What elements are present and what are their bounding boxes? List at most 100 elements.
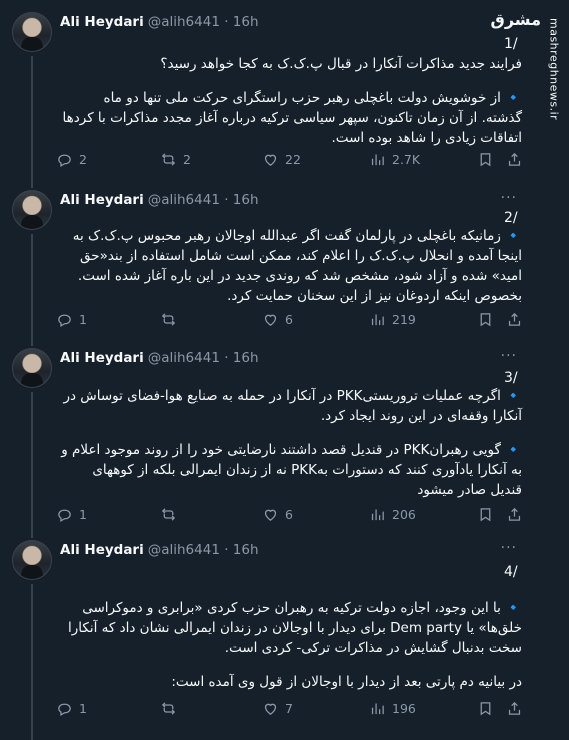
tweet-actions: 1 6 206 xyxy=(56,506,526,526)
retweet-icon xyxy=(161,508,176,521)
reply-icon xyxy=(58,154,71,168)
view-count: 2.7K xyxy=(392,152,421,167)
tweet-paragraph: 🔹 اگرچه عملیات تروریستیPKK در آنکارا در … xyxy=(63,388,522,424)
like-count: 22 xyxy=(285,152,301,167)
reply-button[interactable]: 1 xyxy=(56,700,87,717)
share-icon xyxy=(508,152,521,166)
analytics-icon xyxy=(371,154,384,166)
author-name[interactable]: Ali Heydari xyxy=(60,542,144,558)
like-button[interactable]: 7 xyxy=(262,700,293,717)
bookmark-icon xyxy=(480,702,491,716)
author-handle-time[interactable]: @alih6441 · 16h xyxy=(148,14,259,30)
avatar[interactable] xyxy=(12,540,52,580)
bookmark-button[interactable] xyxy=(477,151,494,168)
author-name[interactable]: Ali Heydari xyxy=(60,350,144,366)
share-button[interactable] xyxy=(506,506,523,523)
more-options-icon[interactable]: ··· xyxy=(501,540,517,556)
thread-line xyxy=(31,392,33,534)
reply-count: 1 xyxy=(79,507,87,522)
tweet-actions: 1 7 196 xyxy=(56,700,526,720)
thread-number: 1/ xyxy=(504,36,518,52)
bookmark-button[interactable] xyxy=(477,506,494,523)
reply-count: 1 xyxy=(79,701,87,716)
reply-button[interactable]: 1 xyxy=(56,311,87,328)
thread-line xyxy=(31,584,33,740)
tweet-paragraph: 🔹 با این وجود، اجازه دولت ترکیه به رهبرا… xyxy=(68,600,522,656)
thread-number: 3/ xyxy=(504,370,518,386)
thread-line xyxy=(31,534,33,538)
bookmark-icon xyxy=(480,313,491,327)
more-options-icon[interactable]: ··· xyxy=(501,348,517,364)
retweet-button[interactable] xyxy=(160,700,183,717)
reply-button[interactable]: 1 xyxy=(56,506,87,523)
reply-button[interactable]: 2 xyxy=(56,151,87,168)
reply-count: 2 xyxy=(79,152,87,167)
heart-icon xyxy=(264,703,277,715)
author-name[interactable]: Ali Heydari xyxy=(60,14,144,30)
analytics-icon xyxy=(371,314,384,326)
share-icon xyxy=(508,507,521,521)
view-count: 206 xyxy=(392,507,416,522)
views-button[interactable]: 2.7K xyxy=(369,151,420,168)
reply-icon xyxy=(58,314,71,328)
tweet-text: فرایند جدید مذاکرات آنکارا در قبال پ.ک.ک… xyxy=(60,54,522,148)
retweet-button[interactable]: 2 xyxy=(160,151,191,168)
like-count: 6 xyxy=(285,507,293,522)
bookmark-icon xyxy=(480,153,491,167)
avatar[interactable] xyxy=(12,348,52,388)
tweet-actions: 2 2 22 2.7K xyxy=(56,151,526,171)
bookmark-button[interactable] xyxy=(477,311,494,328)
avatar[interactable] xyxy=(12,190,52,230)
tweet-actions: 1 6 219 xyxy=(56,311,526,331)
tweet-text: 🔹 زمانیکه باغچلی در پارلمان گفت اگر عبدا… xyxy=(60,226,522,306)
reply-icon xyxy=(58,509,71,523)
thread-line xyxy=(31,56,33,184)
thread-number: 4/ xyxy=(504,564,518,580)
view-count: 219 xyxy=(392,312,416,327)
share-icon xyxy=(508,701,521,715)
bookmark-icon xyxy=(480,508,491,522)
retweet-icon xyxy=(161,153,176,166)
thread-line xyxy=(31,342,33,346)
like-button[interactable]: 6 xyxy=(262,506,293,523)
views-button[interactable]: 206 xyxy=(369,506,416,523)
share-icon xyxy=(508,312,521,326)
tweet-header: Ali Heydari @alih6441 · 16h xyxy=(60,14,259,30)
retweet-button[interactable] xyxy=(160,506,183,523)
views-button[interactable]: 219 xyxy=(369,311,416,328)
share-button[interactable] xyxy=(506,700,523,717)
analytics-icon xyxy=(371,509,384,521)
author-handle-time[interactable]: @alih6441 · 16h xyxy=(148,192,259,208)
reply-icon xyxy=(58,703,71,717)
retweet-button[interactable] xyxy=(160,311,183,328)
heart-icon xyxy=(264,509,277,521)
reply-count: 1 xyxy=(79,312,87,327)
retweet-icon xyxy=(161,313,176,326)
tweet-text: 🔹 اگرچه عملیات تروریستیPKK در آنکارا در … xyxy=(60,386,522,500)
heart-icon xyxy=(264,154,277,166)
share-button[interactable] xyxy=(506,311,523,328)
like-button[interactable]: 22 xyxy=(262,151,301,168)
tweet-header: Ali Heydari @alih6441 · 16h xyxy=(60,542,259,558)
tweet-2[interactable]: Ali Heydari @alih6441 · 16h ··· 2/ 🔹 زمان… xyxy=(0,184,569,342)
views-button[interactable]: 196 xyxy=(369,700,416,717)
avatar[interactable] xyxy=(12,12,52,52)
thread-number: 2/ xyxy=(504,210,518,226)
more-options-icon[interactable]: ··· xyxy=(501,190,517,206)
analytics-icon xyxy=(371,703,384,715)
author-handle-time[interactable]: @alih6441 · 16h xyxy=(148,350,259,366)
author-handle-time[interactable]: @alih6441 · 16h xyxy=(148,542,259,558)
tweet-paragraph: 🔹 از خوشویش دولت باغچلی رهبر حزب راستگرا… xyxy=(62,90,522,146)
tweet-1[interactable]: Ali Heydari @alih6441 · 16h 1/ فرایند جدی… xyxy=(0,0,569,184)
view-count: 196 xyxy=(392,701,416,716)
bookmark-button[interactable] xyxy=(477,700,494,717)
tweet-paragraph: 🔹 گویی رهبرانPKK در قندیل قصد داشتند نار… xyxy=(61,442,522,498)
tweet-text: 🔹 با این وجود، اجازه دولت ترکیه به رهبرا… xyxy=(60,598,522,692)
share-button[interactable] xyxy=(506,151,523,168)
author-name[interactable]: Ali Heydari xyxy=(60,192,144,208)
tweet-4[interactable]: Ali Heydari @alih6441 · 16h ··· 4/ 🔹 با ا… xyxy=(0,534,569,740)
tweet-3[interactable]: Ali Heydari @alih6441 · 16h ··· 3/ 🔹 اگرچ… xyxy=(0,342,569,534)
tweet-paragraph: 🔹 زمانیکه باغچلی در پارلمان گفت اگر عبدا… xyxy=(72,228,522,304)
heart-icon xyxy=(264,314,277,326)
like-button[interactable]: 6 xyxy=(262,311,293,328)
